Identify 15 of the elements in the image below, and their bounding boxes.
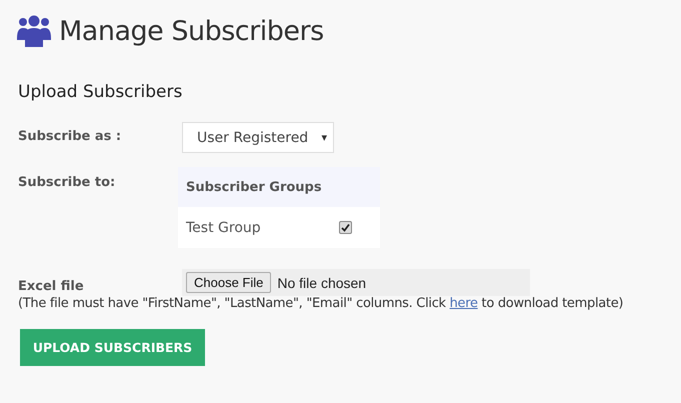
users-icon bbox=[17, 14, 51, 48]
section-title: Upload Subscribers bbox=[18, 82, 184, 102]
page-title: Manage Subscribers bbox=[59, 16, 324, 46]
subscribe-as-select[interactable]: User Registered ▾ bbox=[182, 122, 334, 153]
field-label: Subscribe as : bbox=[18, 128, 122, 144]
file-status: No file chosen bbox=[277, 274, 366, 290]
download-link[interactable]: here bbox=[450, 296, 478, 311]
group-checkbox[interactable] bbox=[339, 221, 352, 234]
table-header: Subscriber Groups bbox=[178, 167, 380, 207]
field-label: Excel file bbox=[18, 278, 85, 294]
choose-file-button[interactable]: Choose File bbox=[186, 272, 272, 293]
file-input[interactable]: Choose File No file chosen bbox=[182, 269, 530, 296]
field-label: Subscribe to: bbox=[18, 174, 116, 190]
group-name: Test Group bbox=[186, 220, 261, 236]
help-text: (The file must have "FirstName", "LastName", "Email" columns. Click here to download template) bbox=[18, 296, 624, 311]
